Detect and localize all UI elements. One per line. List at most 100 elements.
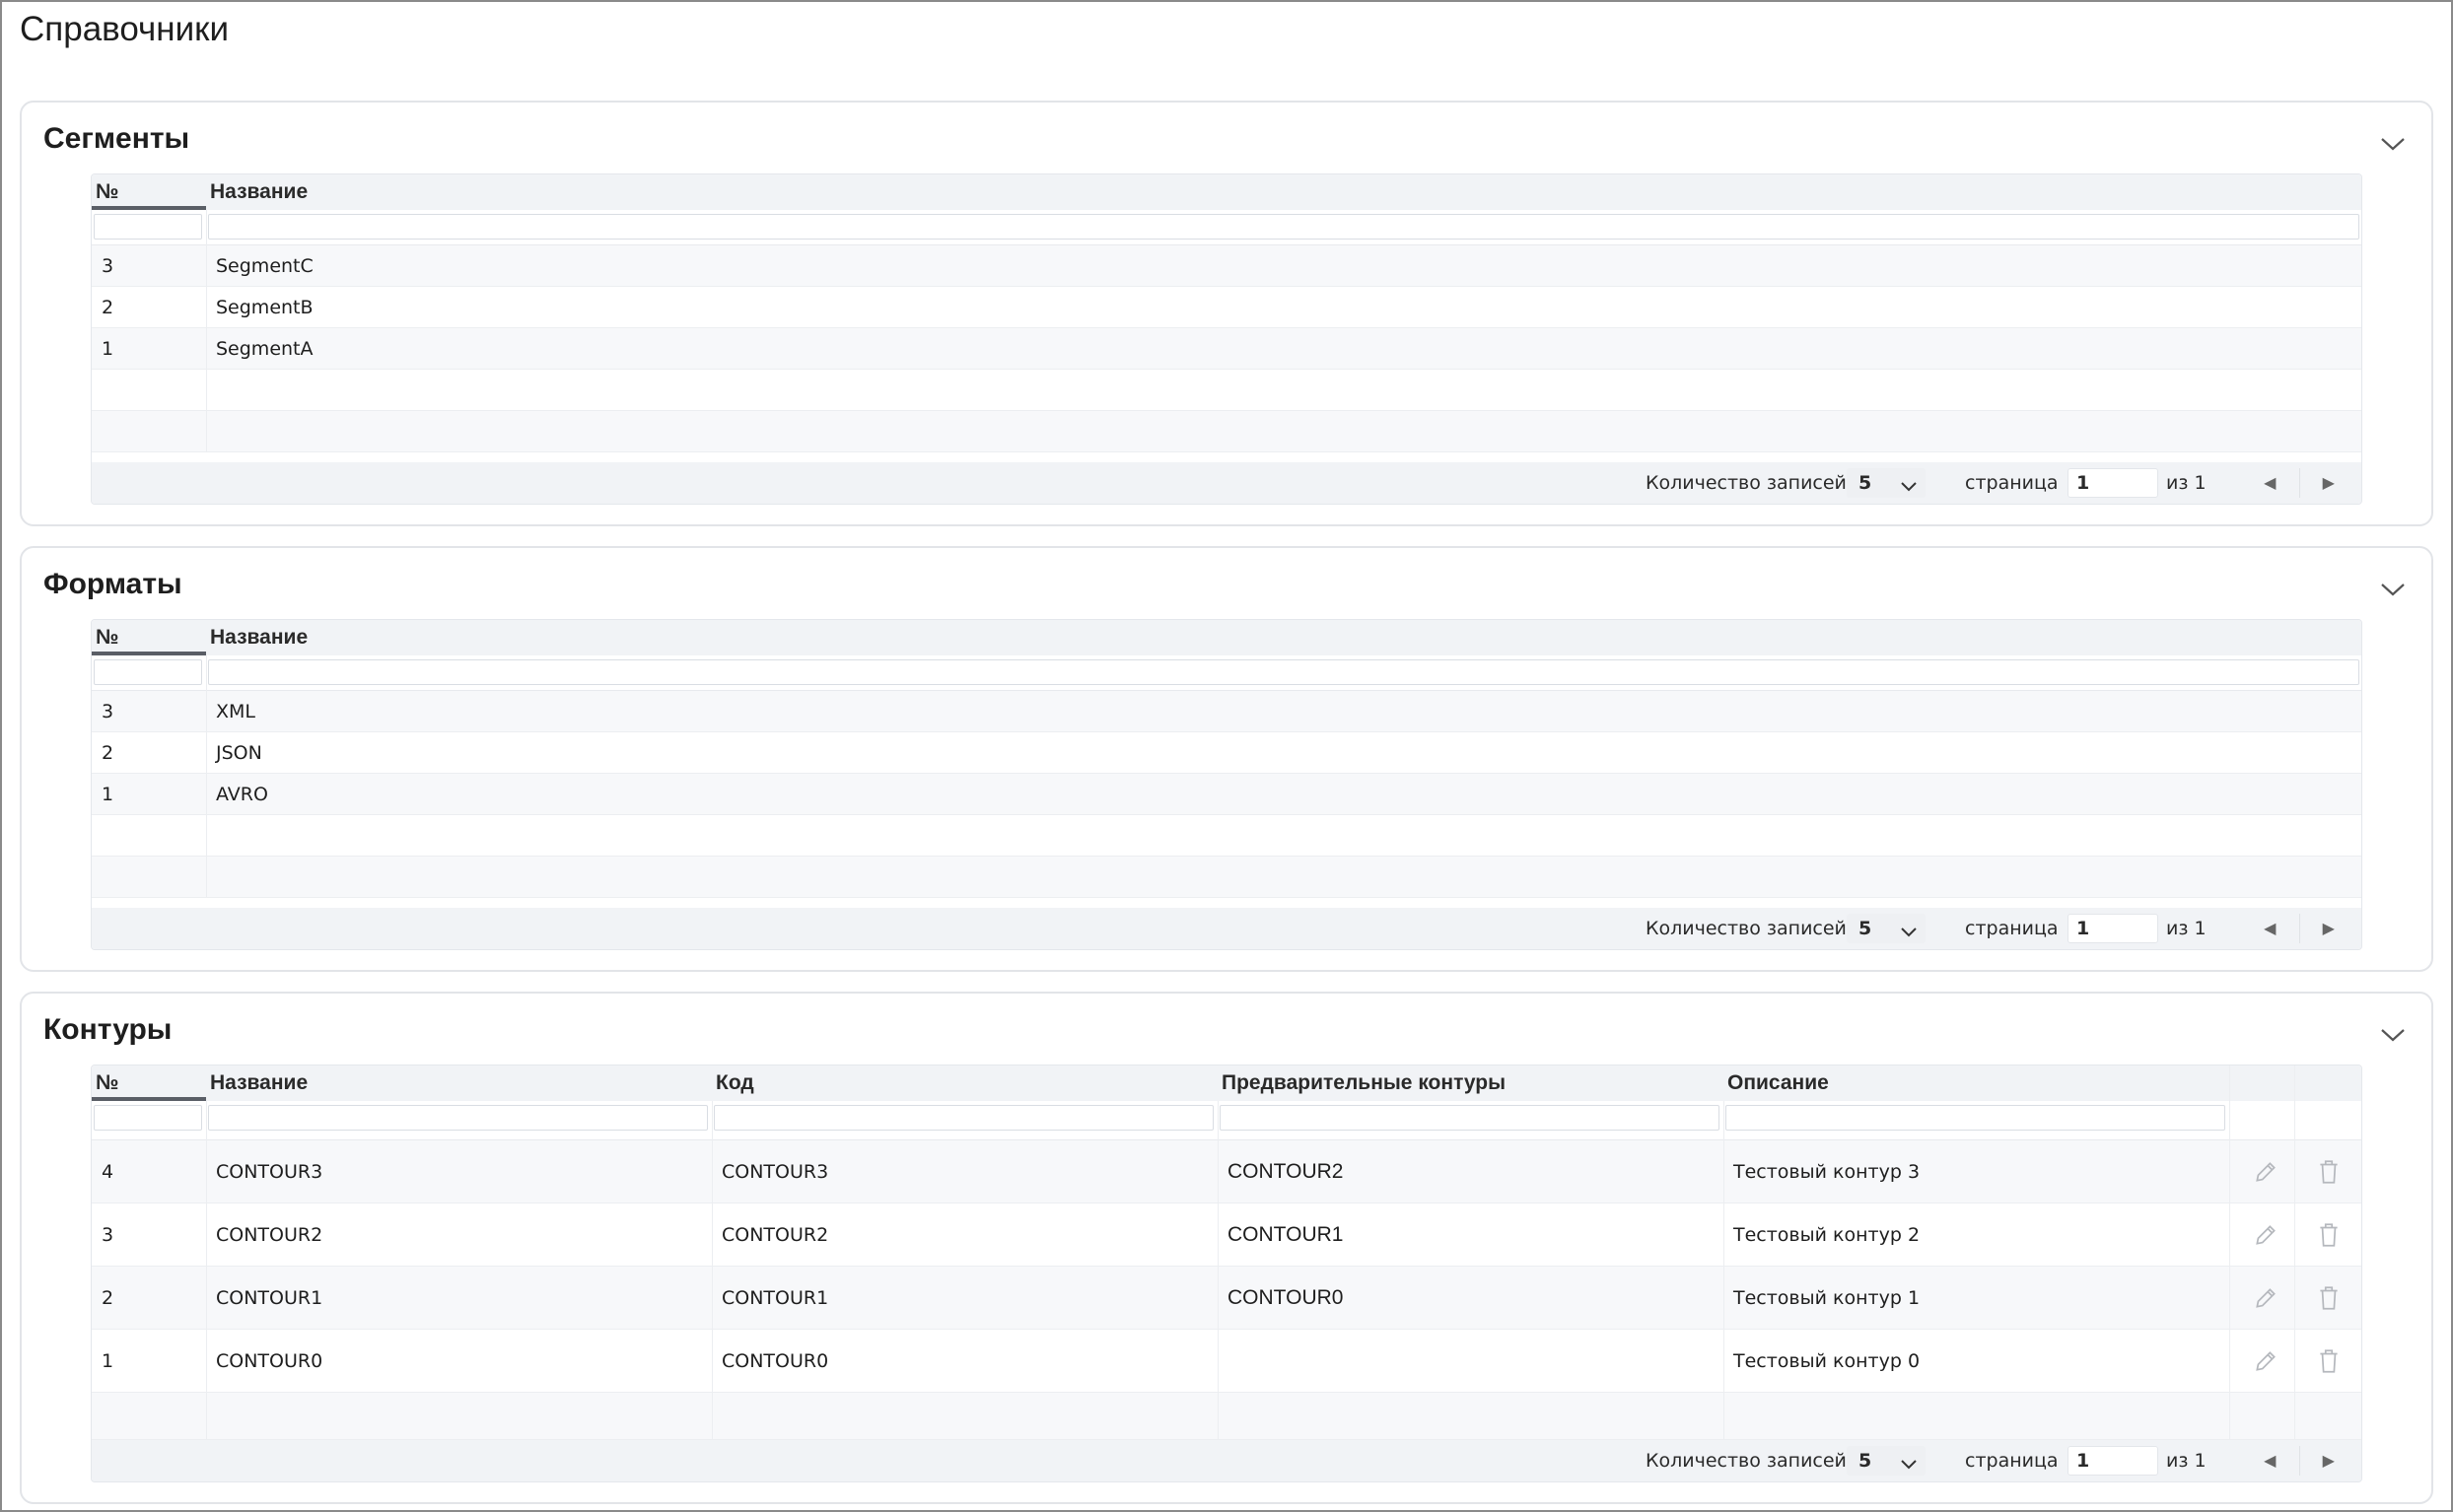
column-divider: [2229, 1065, 2230, 1440]
trash-icon[interactable]: [2294, 1203, 2361, 1266]
page-total: из 1: [2166, 472, 2207, 494]
cell-num: 1: [102, 783, 114, 805]
filter-name-input[interactable]: [208, 659, 2359, 685]
filter-name-input[interactable]: [208, 1105, 708, 1131]
filter-name-input[interactable]: [208, 214, 2359, 240]
pencil-icon[interactable]: [2231, 1267, 2300, 1329]
grid-header: № Название: [92, 620, 2361, 655]
cell-desc: Тестовый контур 0: [1733, 1349, 1921, 1372]
column-header-desc[interactable]: Описание: [1723, 1065, 1829, 1101]
column-header-code[interactable]: Код: [712, 1065, 754, 1101]
filter-num-input[interactable]: [94, 214, 202, 240]
table-row[interactable]: 2 SegmentB: [92, 287, 2361, 328]
cell-name: JSON: [216, 741, 262, 764]
column-divider: [1723, 1101, 1724, 1440]
table-row[interactable]: 1 CONTOUR0 CONTOUR0 Тестовый контур 0: [92, 1330, 2361, 1393]
directories-page: Справочники Сегменты № Название 3 Segmen…: [0, 0, 2453, 1512]
cell-name: CONTOUR0: [216, 1349, 323, 1372]
grid-header: № Название: [92, 174, 2361, 210]
grid-header: № Название Код Предварительные контуры О…: [92, 1065, 2361, 1101]
table-row[interactable]: 2 CONTOUR1 CONTOUR1 CONTOUR0 Тестовый ко…: [92, 1267, 2361, 1330]
page-number-value: 1: [2076, 1450, 2090, 1472]
column-divider: [1218, 1101, 1219, 1440]
cell-name: CONTOUR1: [216, 1286, 323, 1309]
chevron-down-icon[interactable]: [2380, 1027, 2406, 1043]
cell-num: 2: [102, 1286, 114, 1309]
page-size-select[interactable]: 5: [1847, 1446, 1926, 1476]
table-row[interactable]: 3 CONTOUR2 CONTOUR2 CONTOUR1 Тестовый ко…: [92, 1203, 2361, 1267]
formats-title: Форматы: [43, 568, 182, 600]
filter-prev-input[interactable]: [1220, 1105, 1719, 1131]
column-header-num[interactable]: №: [92, 1065, 206, 1101]
chevron-down-icon[interactable]: [2380, 582, 2406, 597]
page-label: страница: [1965, 918, 2059, 939]
page-size-value: 5: [1858, 918, 1872, 939]
filter-num-input[interactable]: [94, 1105, 202, 1131]
cell-desc: Тестовый контур 3: [1733, 1160, 1921, 1183]
page-number-value: 1: [2076, 918, 2090, 939]
table-row[interactable]: 4 CONTOUR3 CONTOUR3 CONTOUR2 Тестовый ко…: [92, 1140, 2361, 1203]
cell-num: 1: [102, 337, 114, 360]
table-row[interactable]: 1 SegmentA: [92, 328, 2361, 370]
filter-code-input[interactable]: [714, 1105, 1214, 1131]
cell-code: CONTOUR2: [722, 1223, 829, 1246]
cell-num: 2: [102, 741, 114, 764]
page-title: Справочники: [20, 10, 230, 48]
cell-prev: CONTOUR0: [1227, 1285, 1344, 1309]
filter-desc-input[interactable]: [1725, 1105, 2225, 1131]
triangle-left-icon[interactable]: ◀: [2241, 914, 2299, 943]
page-size-value: 5: [1858, 1450, 1872, 1472]
page-total: из 1: [2166, 918, 2207, 939]
column-divider: [2294, 1065, 2295, 1440]
triangle-left-icon[interactable]: ◀: [2241, 468, 2299, 498]
cell-desc: Тестовый контур 2: [1733, 1223, 1921, 1246]
trash-icon[interactable]: [2294, 1140, 2361, 1203]
column-divider: [206, 210, 207, 452]
filter-row: [92, 1101, 2361, 1140]
triangle-right-icon[interactable]: ▶: [2298, 1446, 2358, 1476]
page-size-select[interactable]: 5: [1847, 914, 1926, 943]
column-header-num[interactable]: №: [92, 620, 206, 655]
table-row[interactable]: 1 AVRO: [92, 774, 2361, 815]
table-row[interactable]: 2 JSON: [92, 732, 2361, 774]
page-number-input[interactable]: 1: [2068, 914, 2158, 943]
column-header-name[interactable]: Название: [206, 620, 308, 655]
pencil-icon[interactable]: [2231, 1330, 2300, 1392]
empty-row: [92, 815, 2361, 857]
trash-icon[interactable]: [2294, 1267, 2361, 1329]
triangle-right-icon[interactable]: ▶: [2298, 468, 2358, 498]
cell-name: XML: [216, 700, 255, 722]
pencil-icon[interactable]: [2231, 1203, 2300, 1266]
column-header-num[interactable]: №: [92, 174, 206, 210]
triangle-right-icon[interactable]: ▶: [2298, 914, 2358, 943]
table-row[interactable]: 3 XML: [92, 691, 2361, 732]
column-divider: [206, 1101, 207, 1440]
cell-num: 3: [102, 1223, 114, 1246]
contours-title: Контуры: [43, 1013, 173, 1046]
pager-nav: ◀ ▶: [2241, 1446, 2357, 1476]
records-count-label: Количество записей: [1646, 472, 1847, 494]
filter-num-input[interactable]: [94, 659, 202, 685]
page-number-input[interactable]: 1: [2068, 1446, 2158, 1476]
triangle-left-icon[interactable]: ◀: [2241, 1446, 2299, 1476]
empty-row: [92, 411, 2361, 452]
records-count-label: Количество записей: [1646, 1450, 1847, 1472]
page-size-value: 5: [1858, 472, 1872, 494]
column-header-prev[interactable]: Предварительные контуры: [1218, 1065, 1506, 1101]
filter-row: [92, 210, 2361, 245]
column-divider: [712, 1101, 713, 1440]
pagination-bar: Количество записей 5 страница 1 из 1 ◀ ▶: [92, 1440, 2361, 1481]
trash-icon[interactable]: [2294, 1330, 2361, 1392]
cell-name: CONTOUR3: [216, 1160, 323, 1183]
segments-panel: Сегменты № Название 3 SegmentC 2 Segment…: [20, 101, 2433, 526]
segments-grid: № Название 3 SegmentC 2 SegmentB 1 Segme…: [91, 173, 2362, 505]
table-row[interactable]: 3 SegmentC: [92, 245, 2361, 287]
cell-name: SegmentB: [216, 296, 314, 318]
chevron-down-icon[interactable]: [2380, 136, 2406, 152]
page-number-input[interactable]: 1: [2068, 468, 2158, 498]
cell-num: 4: [102, 1160, 114, 1183]
column-header-name[interactable]: Название: [206, 174, 308, 210]
column-header-name[interactable]: Название: [206, 1065, 308, 1101]
pencil-icon[interactable]: [2231, 1140, 2300, 1203]
page-size-select[interactable]: 5: [1847, 468, 1926, 498]
